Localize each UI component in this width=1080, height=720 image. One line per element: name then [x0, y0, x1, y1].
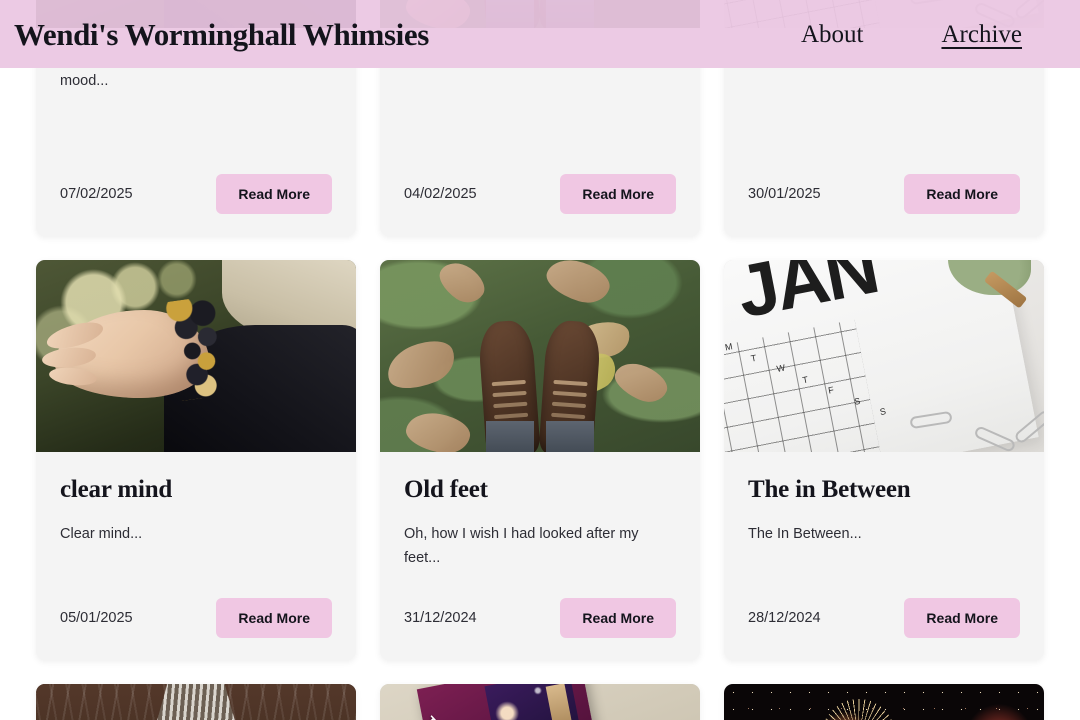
post-footer: 31/12/2024 Read More: [380, 598, 700, 660]
post-title: The in Between: [748, 476, 911, 503]
post-excerpt: mood...: [60, 73, 109, 89]
post-date: 28/12/2024: [748, 610, 821, 626]
nav-link-about[interactable]: About: [801, 22, 864, 47]
archive-post-grid: mood... 07/02/2025 Read More 04/02/2025 …: [0, 0, 1080, 720]
page-title: Wendi's Worminghall Whimsies: [14, 16, 429, 52]
calendar-dow-letter: M: [724, 341, 734, 354]
meditation-hand-image: [36, 260, 356, 452]
calendar-dow-letter: W: [775, 363, 787, 375]
post-date: 07/02/2025: [60, 186, 133, 202]
train-station-image: [36, 684, 356, 720]
boots-on-leaves-image: [380, 260, 700, 452]
january-calendar-image: JAN MTWTFSS: [724, 260, 1044, 452]
calendar-dow-letter: S: [853, 395, 862, 407]
calendar-dow-letter: F: [827, 385, 835, 397]
post-thumbnail[interactable]: [36, 260, 356, 452]
post-date: 04/02/2025: [404, 186, 477, 202]
calendar-dow-letter: T: [750, 352, 758, 364]
read-more-button[interactable]: Read More: [560, 598, 676, 638]
read-more-button[interactable]: Read More: [904, 598, 1020, 638]
read-more-button[interactable]: Read More: [560, 174, 676, 214]
post-excerpt: The In Between...: [748, 525, 862, 542]
calendar-dow-letter: S: [879, 406, 888, 418]
post-thumbnail[interactable]: JAN MTWTFSS: [724, 260, 1044, 452]
carol-sheet-image: The Bethlehem carol sheet: [380, 684, 700, 720]
post-footer: 04/02/2025 Read More: [380, 174, 700, 236]
main-navigation: About Archive: [801, 22, 1044, 47]
read-more-button[interactable]: Read More: [216, 598, 332, 638]
post-body: Old feet Oh, how I wish I had looked aft…: [380, 452, 700, 598]
post-footer: 30/01/2025 Read More: [724, 174, 1044, 236]
post-title: clear mind: [60, 476, 173, 503]
site-header: Wendi's Worminghall Whimsies About Archi…: [0, 0, 1080, 68]
post-thumbnail[interactable]: [380, 260, 700, 452]
post-card-old-feet[interactable]: Old feet Oh, how I wish I had looked aft…: [380, 260, 700, 660]
post-footer: 07/02/2025 Read More: [36, 174, 356, 236]
post-thumbnail[interactable]: [36, 684, 356, 720]
post-card[interactable]: Read More: [36, 684, 356, 720]
post-excerpt: Clear mind...: [60, 525, 143, 542]
post-card[interactable]: The Bethlehem carol sheet Read More: [380, 684, 700, 720]
read-more-button[interactable]: Read More: [904, 174, 1020, 214]
fireworks-image: [724, 684, 1044, 720]
post-footer: 05/01/2025 Read More: [36, 598, 356, 660]
post-card-the-in-between[interactable]: JAN MTWTFSS The in Between The In Betwee…: [724, 260, 1044, 660]
nav-link-archive[interactable]: Archive: [941, 22, 1022, 47]
post-thumbnail[interactable]: The Bethlehem carol sheet: [380, 684, 700, 720]
post-date: 05/01/2025: [60, 610, 133, 626]
post-excerpt: Oh, how I wish I had looked after my fee…: [404, 525, 639, 566]
post-card-clear-mind[interactable]: clear mind Clear mind... 05/01/2025 Read…: [36, 260, 356, 660]
post-card[interactable]: Read More: [724, 684, 1044, 720]
post-date: 30/01/2025: [748, 186, 821, 202]
post-body: The in Between The In Between...: [724, 452, 1044, 598]
page-viewport: mood... 07/02/2025 Read More 04/02/2025 …: [0, 0, 1080, 720]
post-body: clear mind Clear mind...: [36, 452, 356, 598]
post-date: 31/12/2024: [404, 610, 477, 626]
read-more-button[interactable]: Read More: [216, 174, 332, 214]
post-title: Old feet: [404, 476, 488, 503]
calendar-dow-letter: T: [801, 374, 810, 386]
post-thumbnail[interactable]: [724, 684, 1044, 720]
post-footer: 28/12/2024 Read More: [724, 598, 1044, 660]
